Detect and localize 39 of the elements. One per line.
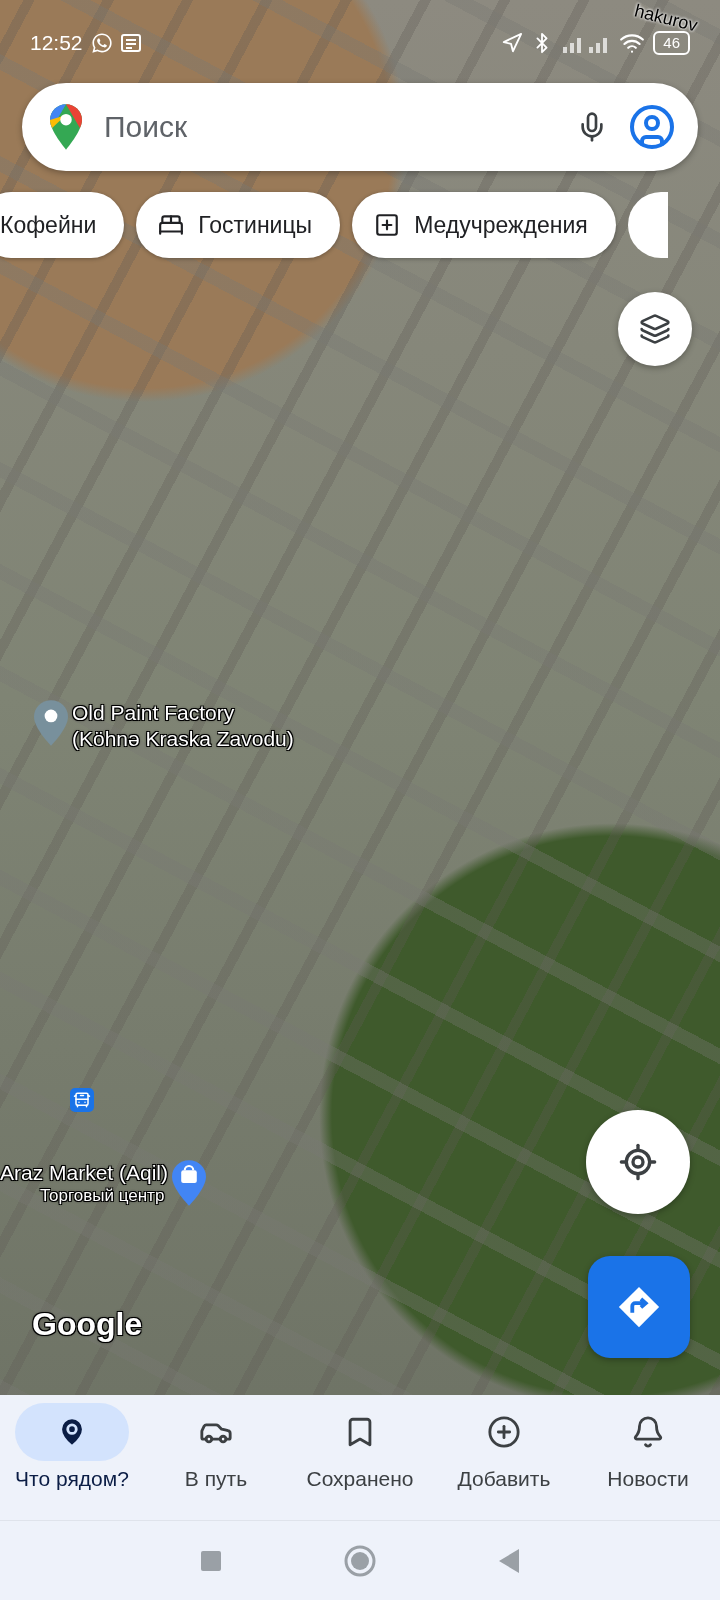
directions-icon — [616, 1284, 662, 1330]
account-icon[interactable] — [628, 103, 676, 151]
bell-icon — [631, 1415, 665, 1449]
category-chip[interactable] — [627, 192, 668, 258]
place-name: (Köhnə Kraska Zavodu) — [72, 726, 294, 752]
map-pin-logo — [50, 104, 82, 150]
chat-icon — [90, 32, 113, 54]
category-chip[interactable]: Кофейни — [0, 192, 125, 258]
location-icon — [501, 32, 524, 54]
directions-button[interactable] — [588, 1256, 690, 1358]
my-location-icon — [618, 1142, 658, 1182]
my-location-button[interactable] — [586, 1110, 690, 1214]
satellite-map-photo[interactable]: hakurov 12:52 46 Поиск Кофейни Гостиницы Медучреждения Old Paint Factory (Köhnə Kraska Zavodu) Araz Market (Aqil) Торговый центр Google — [0, 0, 720, 1395]
place-label[interactable]: Old Paint Factory (Köhnə Kraska Zavodu) — [34, 700, 294, 752]
plus-icon — [487, 1415, 521, 1449]
nav-tab[interactable]: В путь — [146, 1403, 286, 1491]
place-label[interactable]: Araz Market (Aqil) Торговый центр — [0, 1160, 207, 1206]
map-logo: Google — [32, 1306, 143, 1343]
layers-button[interactable] — [618, 292, 692, 366]
nav-tab[interactable]: Добавить — [434, 1403, 574, 1491]
place-category: Торговый центр — [39, 1186, 166, 1206]
place-name: Old Paint Factory — [72, 700, 236, 726]
nav-tab[interactable]: Сохранено — [290, 1403, 430, 1491]
bus-stop-icon[interactable] — [70, 1088, 94, 1112]
layers-icon — [639, 313, 671, 345]
status-time: 12:52 — [30, 31, 83, 55]
plus-icon — [374, 212, 401, 238]
nav-tab[interactable]: Новости — [578, 1403, 718, 1491]
search-field[interactable]: Поиск — [102, 109, 556, 145]
shopping-pin-icon[interactable] — [172, 1160, 207, 1206]
search-bar[interactable]: Поиск — [22, 83, 698, 171]
category-chip[interactable]: Гостиницы — [136, 192, 341, 258]
map-pin-icon[interactable] — [34, 700, 68, 746]
bus-icon — [73, 1091, 91, 1109]
category-chip[interactable]: Медучреждения — [352, 192, 616, 258]
bed-icon — [158, 212, 185, 238]
message-icon — [120, 34, 141, 52]
battery-level: 46 — [653, 31, 690, 55]
place-name: Araz Market (Aqil) — [0, 1160, 169, 1186]
